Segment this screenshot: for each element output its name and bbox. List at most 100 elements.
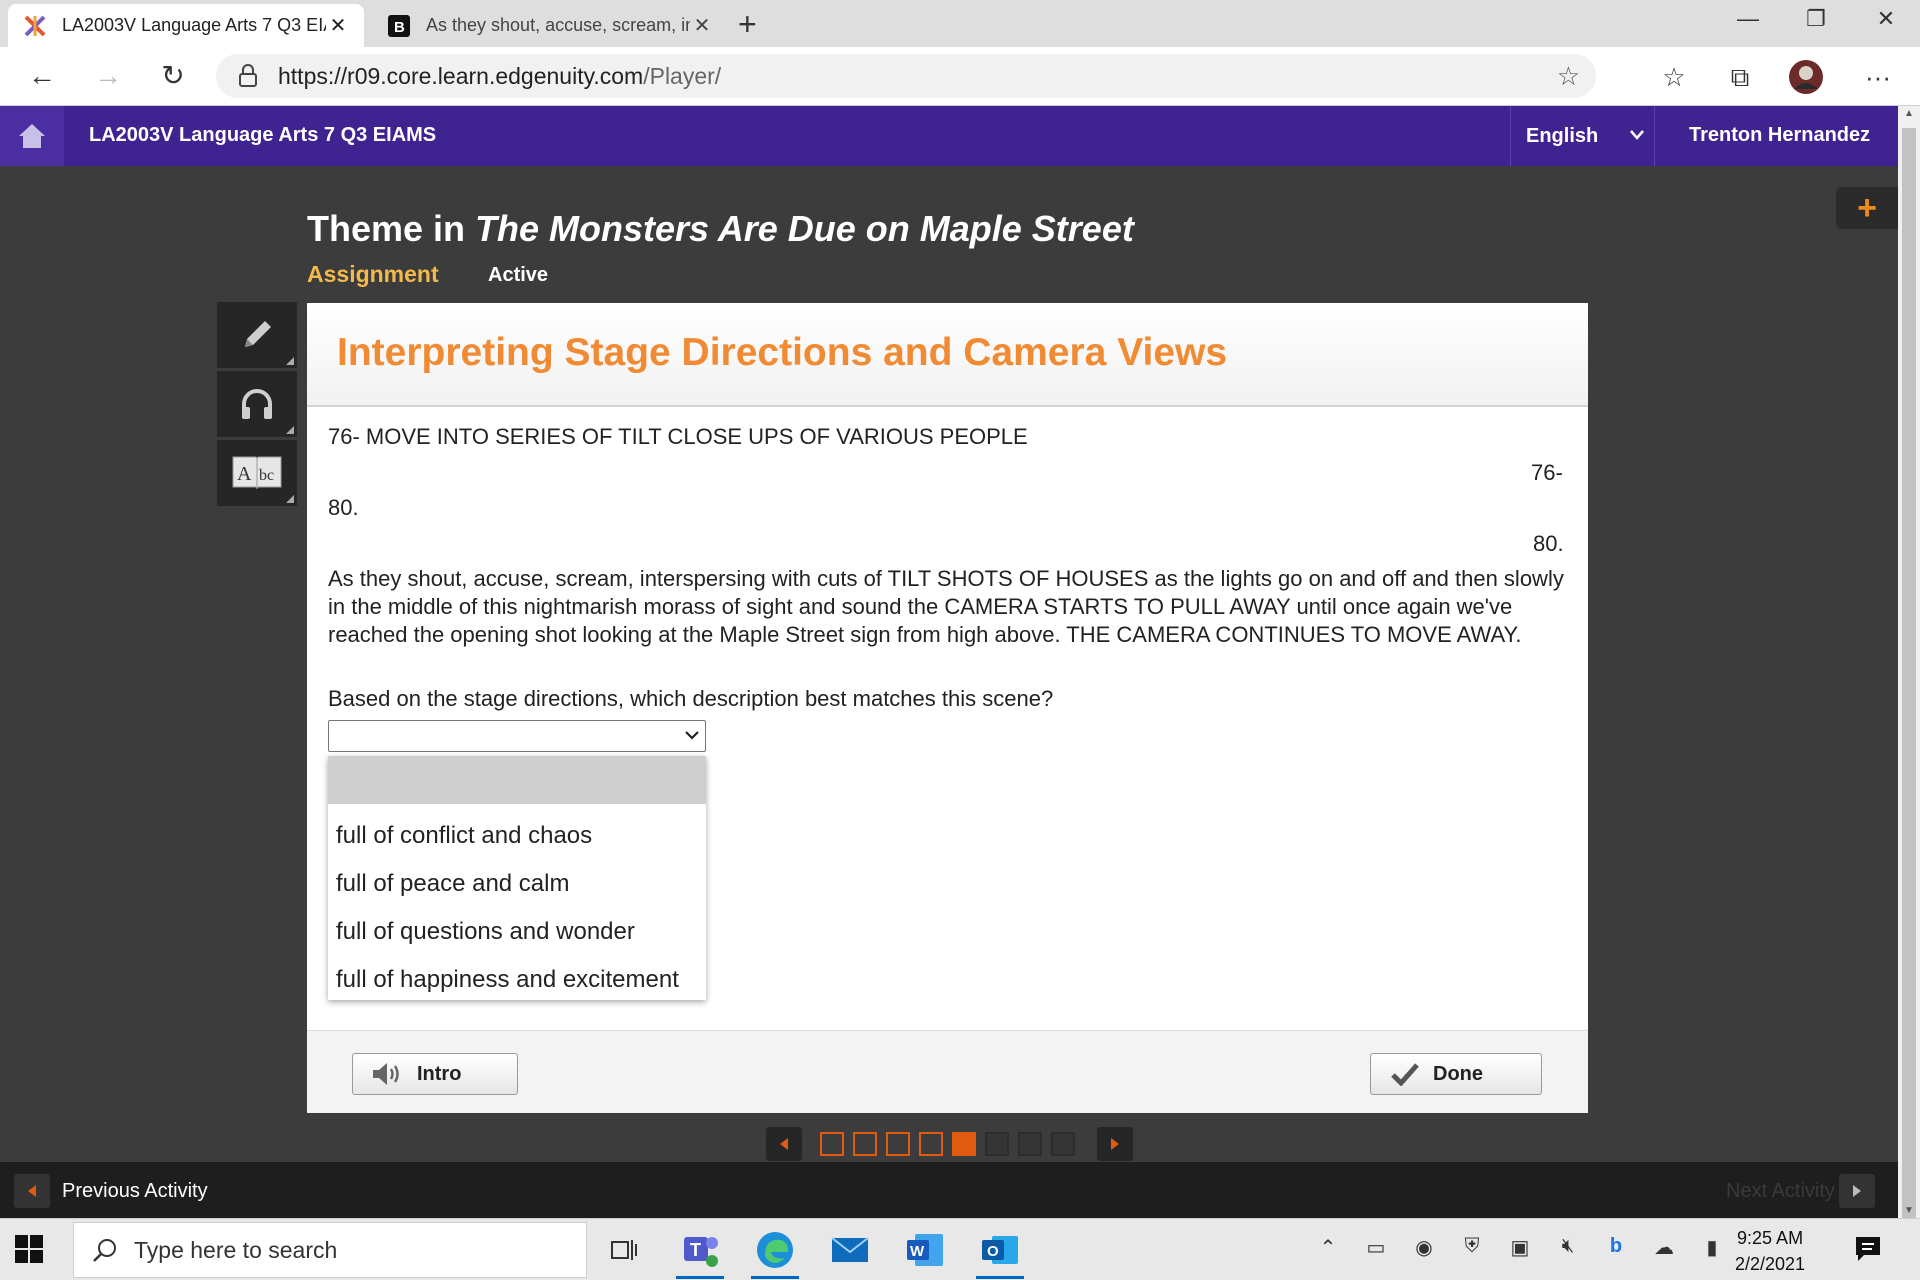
scroll-up-icon[interactable]: ▲: [1898, 108, 1920, 119]
favorites-icon[interactable]: ☆: [1654, 59, 1694, 95]
collections-icon[interactable]: ⧉: [1720, 59, 1760, 95]
mail-app-icon[interactable]: [820, 1225, 880, 1275]
app-tray-icon[interactable]: ◉: [1408, 1235, 1440, 1265]
intro-button[interactable]: Intro: [352, 1053, 518, 1095]
line-number-left: 80.: [328, 495, 359, 520]
battery-icon[interactable]: ▭: [1360, 1235, 1392, 1265]
notification-center-icon[interactable]: [1852, 1233, 1884, 1270]
previous-page-button[interactable]: [766, 1127, 802, 1161]
checkmark-icon: [1391, 1062, 1419, 1086]
teams-app-icon[interactable]: T: [670, 1225, 730, 1279]
page-box[interactable]: [1018, 1132, 1042, 1156]
network-signal-icon[interactable]: ▮: [1696, 1235, 1728, 1265]
forward-icon[interactable]: →: [88, 59, 128, 93]
bing-icon[interactable]: b: [1600, 1235, 1632, 1265]
close-tab-icon[interactable]: ✕: [326, 13, 350, 38]
right-arrow-icon: [1111, 1138, 1119, 1150]
browser-tab-course[interactable]: LA2003V Language Arts 7 Q3 EIAMS ✕: [8, 4, 364, 47]
close-tab-icon[interactable]: ✕: [690, 13, 714, 38]
back-icon[interactable]: ←: [22, 59, 62, 93]
next-page-button[interactable]: [1097, 1127, 1133, 1161]
onedrive-cloud-icon[interactable]: ☁: [1648, 1235, 1680, 1265]
svg-text:A: A: [237, 463, 252, 485]
address-bar[interactable]: https://r09.core.learn.edgenuity.com/Pla…: [216, 54, 1596, 98]
system-clock[interactable]: 9:25 AM 2/2/2021: [1735, 1225, 1805, 1277]
previous-activity-button[interactable]: Previous Activity: [14, 1174, 208, 1208]
url-text: https://r09.core.learn.edgenuity.com/Pla…: [278, 63, 721, 90]
favorite-star-icon[interactable]: ☆: [1557, 61, 1580, 92]
line-number-right: 80.: [1533, 531, 1564, 556]
clock-time: 9:25 AM: [1737, 1228, 1804, 1248]
course-header: LA2003V Language Arts 7 Q3 EIAMS English…: [0, 106, 1898, 166]
browser-toolbar: ← → ↻ https://r09.core.learn.edgenuity.c…: [0, 47, 1920, 106]
more-menu-icon[interactable]: ···: [1858, 59, 1898, 95]
task-view-icon[interactable]: [594, 1225, 654, 1275]
done-button[interactable]: Done: [1370, 1053, 1542, 1095]
page-navigator: [766, 1126, 1133, 1162]
status-label: Active: [488, 264, 549, 286]
edgenuity-favicon-icon: [22, 13, 48, 39]
volume-muted-icon[interactable]: 🔇︎: [1552, 1235, 1584, 1265]
svg-text:bc: bc: [259, 467, 274, 484]
next-activity-button[interactable]: Next Activity: [1726, 1174, 1875, 1208]
dropdown-option[interactable]: full of questions and wonder: [328, 908, 706, 956]
page-boxes: [811, 1132, 1075, 1156]
course-title: LA2003V Language Arts 7 Q3 EIAMS: [89, 124, 437, 146]
edge-app-icon[interactable]: [745, 1225, 805, 1279]
user-name[interactable]: Trenton Hernandez: [1689, 124, 1870, 147]
url-host: https://r09.core.learn.edgenuity.com: [278, 62, 644, 89]
page-box[interactable]: [820, 1132, 844, 1156]
word-app-icon[interactable]: W: [895, 1225, 955, 1275]
windows-start-icon[interactable]: [14, 1234, 46, 1266]
answer-options-list: full of conflict and chaos full of peace…: [328, 756, 706, 1000]
page-box[interactable]: [952, 1132, 976, 1156]
outlook-app-icon[interactable]: O: [970, 1225, 1030, 1279]
highlighter-tool[interactable]: [217, 302, 297, 368]
expand-plus-button[interactable]: +: [1836, 187, 1898, 229]
page-box[interactable]: [886, 1132, 910, 1156]
svg-text:T: T: [690, 1240, 701, 1260]
close-window-icon[interactable]: ✕: [1866, 6, 1906, 32]
next-activity-label: Next Activity: [1726, 1179, 1835, 1202]
dropdown-option[interactable]: full of conflict and chaos: [328, 812, 706, 860]
restore-icon[interactable]: ❐: [1796, 6, 1836, 32]
dictionary-tool[interactable]: Abc: [217, 440, 297, 506]
teams-tray-icon[interactable]: ▣: [1504, 1235, 1536, 1265]
refresh-icon[interactable]: ↻: [153, 59, 193, 93]
stage-direction-line: 76- MOVE INTO SERIES OF TILT CLOSE UPS O…: [328, 424, 1028, 449]
page-box[interactable]: [1051, 1132, 1075, 1156]
page-box[interactable]: [985, 1132, 1009, 1156]
page-box[interactable]: [919, 1132, 943, 1156]
new-tab-icon[interactable]: +: [738, 8, 757, 40]
activity-title: Interpreting Stage Directions and Camera…: [337, 331, 1228, 374]
dropdown-option[interactable]: full of peace and calm: [328, 860, 706, 908]
intro-label: Intro: [417, 1062, 462, 1085]
audio-tool[interactable]: [217, 371, 297, 437]
pencil-icon: [245, 321, 271, 347]
language-label: English: [1526, 124, 1599, 147]
scroll-down-icon[interactable]: ▼: [1898, 1205, 1920, 1216]
taskbar-search-box[interactable]: Type here to search: [73, 1222, 587, 1278]
answer-dropdown[interactable]: [328, 720, 706, 752]
page-box[interactable]: [853, 1132, 877, 1156]
show-hidden-icons-chevron-icon[interactable]: ⌃: [1312, 1235, 1344, 1265]
page-scrollbar[interactable]: ▲ ▼: [1898, 106, 1920, 1223]
scrollbar-thumb[interactable]: [1902, 128, 1916, 1223]
minimize-icon[interactable]: —: [1728, 6, 1768, 32]
lesson-title-work: The Monsters Are Due on Maple Street: [475, 208, 1134, 249]
browser-tab-search[interactable]: B As they shout, accuse, scream, intersp…: [372, 4, 728, 47]
home-icon: [19, 124, 45, 148]
security-shield-icon[interactable]: ⛨: [1456, 1235, 1488, 1265]
tool-corner-indicator: [286, 495, 294, 503]
lock-icon: [234, 64, 262, 88]
done-label: Done: [1433, 1062, 1483, 1085]
line-number-right: 76-: [1531, 460, 1563, 485]
windows-taskbar: Type here to search T W O ⌃ ▭ ◉ ⛨ ▣ 🔇︎ b…: [0, 1218, 1920, 1280]
headphones-icon: [242, 389, 272, 419]
profile-avatar-icon[interactable]: [1786, 59, 1826, 95]
home-button[interactable]: [0, 106, 64, 166]
dropdown-option[interactable]: full of happiness and excitement: [328, 956, 706, 1004]
left-arrow-icon: [780, 1138, 788, 1150]
language-selector[interactable]: English: [1510, 106, 1655, 166]
dropdown-option-blank[interactable]: [328, 756, 706, 804]
